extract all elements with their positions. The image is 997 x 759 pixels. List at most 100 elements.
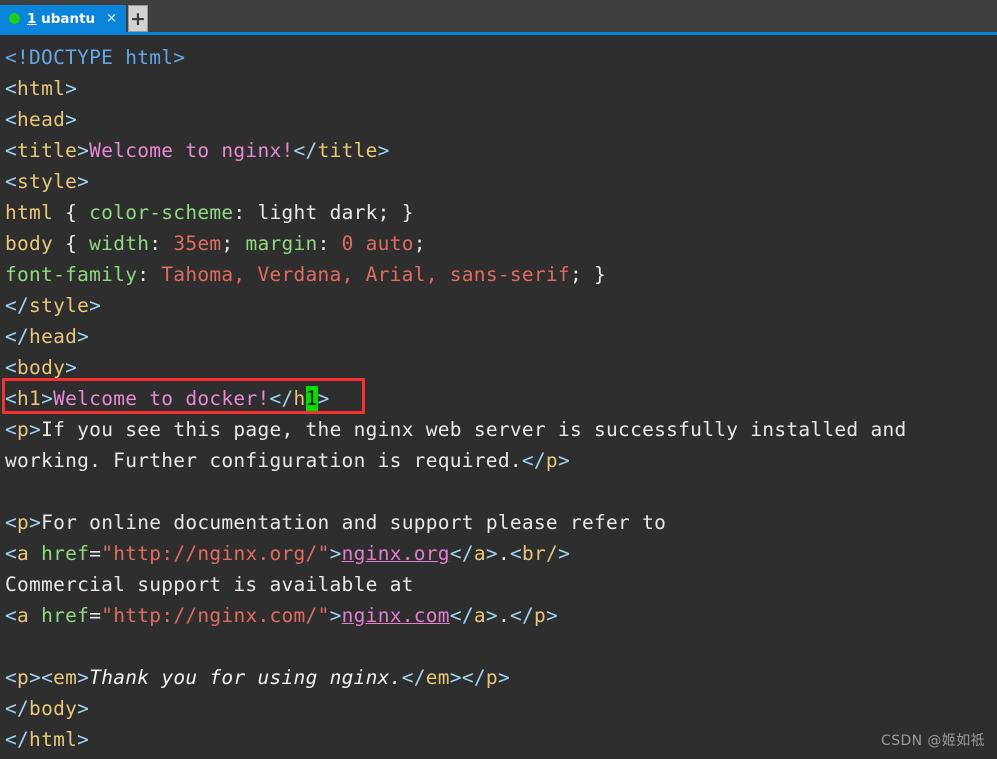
bracket-token: > [317, 387, 330, 410]
css-value-token: 0 auto [341, 232, 414, 255]
code-line-16: <p>For online documentation and support … [5, 507, 997, 538]
bracket-token: < [509, 542, 522, 565]
tag-token: style [17, 170, 78, 193]
bracket-token: > [77, 170, 90, 193]
code-line-18: Commercial support is available at [5, 569, 997, 600]
paragraph-text-token: working. Further configuration is requir… [5, 449, 522, 472]
url-string-token: "http://nginx.com/" [101, 604, 330, 627]
tag-token: p [534, 604, 547, 627]
bracket-token: > [41, 387, 54, 410]
tag-token: p [545, 449, 558, 472]
code-line-19: <a href="http://nginx.com/">nginx.com</a… [5, 600, 997, 631]
bracket-token: < [5, 108, 18, 131]
code-line-1: <!DOCTYPE html> [5, 42, 997, 73]
punct-token: ; [413, 232, 426, 255]
bracket-token: </ [521, 449, 546, 472]
punct-token: . [497, 542, 510, 565]
css-property-token: margin [245, 232, 318, 255]
css-selector-token: body [5, 232, 54, 255]
link-text-token: nginx.org [341, 542, 450, 565]
bracket-token: </ [449, 542, 474, 565]
bracket-token: < [5, 511, 18, 534]
tab-status-dot-icon [9, 13, 20, 24]
bracket-token: > [89, 294, 102, 317]
code-line-22: </body> [5, 693, 997, 724]
bracket-token: </ [449, 604, 474, 627]
emphasis-text-token: Thank you for using nginx. [89, 666, 402, 689]
attribute-token: href [41, 604, 90, 627]
punct-token: ; } [569, 263, 607, 286]
punct-token: : [317, 232, 342, 255]
tag-token: a [17, 542, 30, 565]
code-line-7: body { width: 35em; margin: 0 auto; [5, 228, 997, 259]
tag-token: body [29, 697, 78, 720]
bracket-token: > [485, 542, 498, 565]
tag-token: style [29, 294, 90, 317]
heading-text-token: Welcome to docker! [53, 387, 270, 410]
bracket-token: </ [401, 666, 426, 689]
link-text-token: nginx.com [341, 604, 450, 627]
paragraph-text-token: If you see this page, the nginx web serv… [41, 418, 907, 441]
code-line-2: <html> [5, 73, 997, 104]
paragraph-text-token: Commercial support is available at [5, 573, 414, 596]
url-string-token: "http://nginx.org/" [101, 542, 330, 565]
paragraph-text-token: For online documentation and support ple… [41, 511, 667, 534]
code-line-23: </html> [5, 724, 997, 755]
code-line-12-highlighted: <h1>Welcome to docker!</h1> [5, 383, 997, 414]
tag-token: title [317, 139, 378, 162]
bracket-token: > [29, 418, 42, 441]
punct-token: : [149, 232, 174, 255]
bracket-token: > [558, 542, 571, 565]
terminal-tab-ubantu[interactable]: 1 ubantu ✕ [0, 5, 126, 32]
bracket-token: </ [5, 294, 30, 317]
punct-token: = [89, 542, 102, 565]
punct-token: : [233, 201, 258, 224]
bracket-token: > [557, 449, 570, 472]
code-line-5: <style> [5, 166, 997, 197]
code-line-4: <title>Welcome to nginx!</title> [5, 135, 997, 166]
tag-token: p [17, 511, 30, 534]
tab-strip: 1 ubantu ✕ + [0, 0, 997, 35]
bracket-token: </ [461, 666, 486, 689]
punct-token: { [53, 201, 90, 224]
code-line-3: <head> [5, 104, 997, 135]
bracket-token: > [329, 542, 342, 565]
tag-token: body [17, 356, 66, 379]
bracket-token: > [29, 666, 42, 689]
code-line-11: <body> [5, 352, 997, 383]
bracket-token: > [65, 356, 78, 379]
code-line-17: <a href="http://nginx.org/">nginx.org</a… [5, 538, 997, 569]
new-tab-button[interactable]: + [128, 5, 148, 32]
bracket-token: > [77, 325, 90, 348]
css-value-token: 35em [173, 232, 222, 255]
bracket-token: </ [293, 139, 318, 162]
close-icon[interactable]: ✕ [106, 12, 117, 25]
tag-token: a [473, 542, 486, 565]
bracket-token: > [497, 666, 510, 689]
code-line-15-blank [5, 476, 997, 507]
bracket-token: </ [269, 387, 294, 410]
bracket-token: > [65, 77, 78, 100]
tag-token: em [425, 666, 450, 689]
bracket-token: < [5, 666, 18, 689]
tag-token: head [29, 325, 78, 348]
tag-token: a [473, 604, 486, 627]
code-line-14: working. Further configuration is requir… [5, 445, 997, 476]
bracket-token: > [65, 108, 78, 131]
tab-label: 1 ubantu [27, 11, 95, 27]
bracket-token: > [485, 604, 498, 627]
code-line-10: </head> [5, 321, 997, 352]
tag-token: h [293, 387, 306, 410]
terminal-editor-area[interactable]: <!DOCTYPE html> <html> <head> <title>Wel… [0, 35, 997, 759]
tab-mnemonic: 1 [27, 10, 37, 27]
tag-token: a [17, 604, 30, 627]
css-selector-token: html [5, 201, 54, 224]
bracket-token: > [377, 139, 390, 162]
code-line-13: <p>If you see this page, the nginx web s… [5, 414, 997, 445]
tag-token: html [17, 77, 66, 100]
code-line-21: <p><em>Thank you for using nginx.</em></… [5, 662, 997, 693]
bracket-token: </ [509, 604, 535, 627]
css-property-token: width [89, 232, 150, 255]
code-line-20-blank [5, 631, 997, 662]
tag-token: html [29, 728, 78, 751]
